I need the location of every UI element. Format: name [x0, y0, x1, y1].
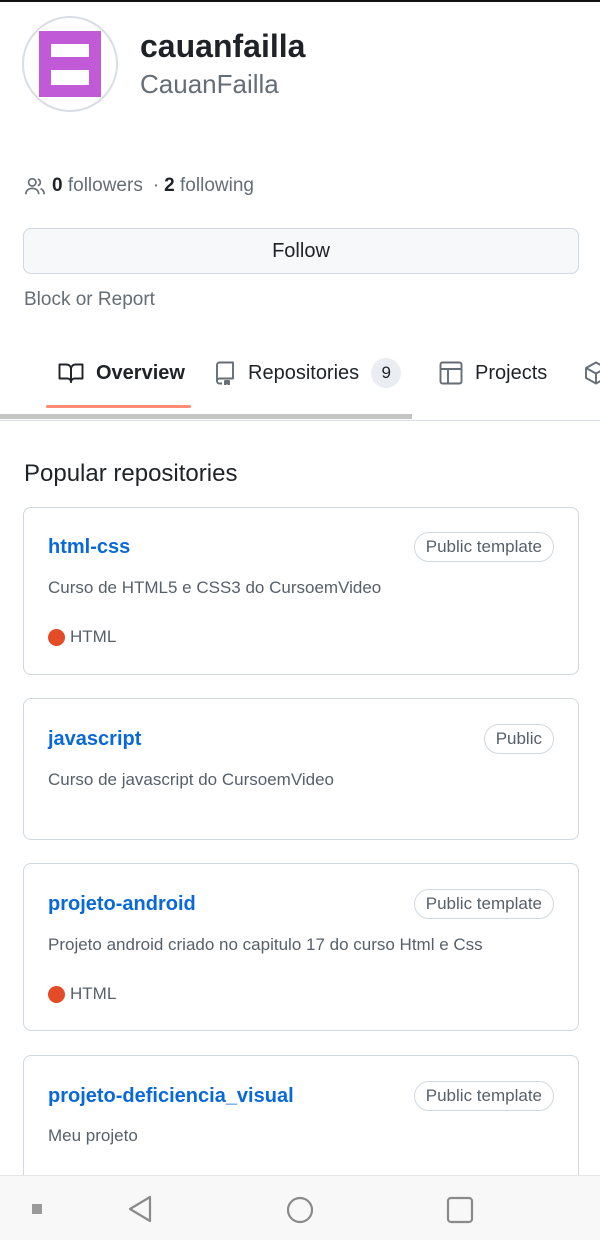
selected-tab-indicator	[46, 405, 191, 408]
profile-username: CauanFailla	[140, 69, 279, 99]
profile-header: cauanfailla CauanFailla	[22, 16, 305, 112]
repo-link[interactable]: html-css	[48, 536, 130, 559]
repo-language: HTML	[48, 627, 116, 647]
tabs-scrollbar[interactable]	[0, 414, 412, 419]
repo-description: Curso de HTML5 e CSS3 do CursoemVideo	[48, 578, 382, 597]
tab-repositories-label: Repositories	[248, 361, 360, 384]
repo-description: Projeto android criado no capitulo 17 do…	[48, 935, 483, 954]
visibility-badge: Public template	[413, 1081, 554, 1111]
avatar[interactable]	[22, 16, 118, 112]
people-icon	[25, 177, 45, 195]
tabs-divider	[0, 420, 600, 421]
following-label: following	[180, 175, 254, 196]
followers-count: 0	[52, 175, 63, 196]
table-icon	[439, 361, 463, 385]
visibility-badge: Public template	[413, 889, 554, 919]
book-icon	[58, 363, 84, 383]
repo-link[interactable]: projeto-deficiencia_visual	[48, 1085, 294, 1108]
visibility-badge: Public	[483, 724, 554, 754]
recents-icon[interactable]	[446, 1196, 474, 1224]
profile-tabs: Overview Repositories 9 Projects	[0, 344, 600, 408]
system-navigation-bar	[0, 1175, 600, 1240]
home-icon[interactable]	[286, 1196, 314, 1224]
followers-label: followers	[67, 175, 143, 196]
language-name: HTML	[70, 984, 117, 1003]
language-name: HTML	[70, 627, 117, 646]
follow-stats: 0 followers · 2 following	[24, 175, 264, 197]
visibility-badge: Public template	[413, 532, 554, 562]
tab-projects-label: Projects	[475, 361, 548, 384]
repo-card: html-css Public template Curso de HTML5 …	[23, 507, 579, 675]
repo-card: javascript Public Curso de javascript do…	[23, 698, 579, 840]
stats-separator: ·	[152, 175, 160, 196]
tab-overview-label: Overview	[96, 361, 185, 384]
following-count: 2	[164, 175, 175, 196]
tab-repositories[interactable]: Repositories 9	[214, 344, 402, 402]
repo-link[interactable]: javascript	[48, 728, 141, 751]
repo-link[interactable]: projeto-android	[48, 893, 196, 916]
tab-overview[interactable]: Overview	[58, 344, 185, 402]
identicon-icon	[39, 31, 101, 97]
menu-square-icon[interactable]	[32, 1204, 42, 1214]
followers-link[interactable]: 0 followers	[52, 175, 148, 197]
package-icon	[585, 361, 600, 385]
profile-fullname: cauanfailla	[140, 28, 306, 64]
back-icon[interactable]	[126, 1194, 154, 1224]
block-or-report-link[interactable]: Block or Report	[24, 289, 155, 311]
language-color-dot	[48, 628, 65, 646]
repositories-count-badge: 9	[371, 358, 402, 388]
status-edge	[0, 0, 600, 2]
tab-packages[interactable]	[584, 344, 600, 402]
popular-repositories-title: Popular repositories	[24, 460, 238, 487]
repo-description: Curso de javascript do CursoemVideo	[48, 770, 334, 789]
repo-language: HTML	[48, 984, 116, 1004]
follow-button[interactable]: Follow	[23, 228, 579, 274]
repo-icon	[216, 361, 234, 385]
following-link[interactable]: 2 following	[164, 175, 259, 197]
language-color-dot	[48, 985, 65, 1003]
repo-card: projeto-android Public template Projeto …	[23, 863, 579, 1031]
repo-description: Meu projeto	[48, 1126, 138, 1145]
tab-projects[interactable]: Projects	[439, 344, 547, 402]
